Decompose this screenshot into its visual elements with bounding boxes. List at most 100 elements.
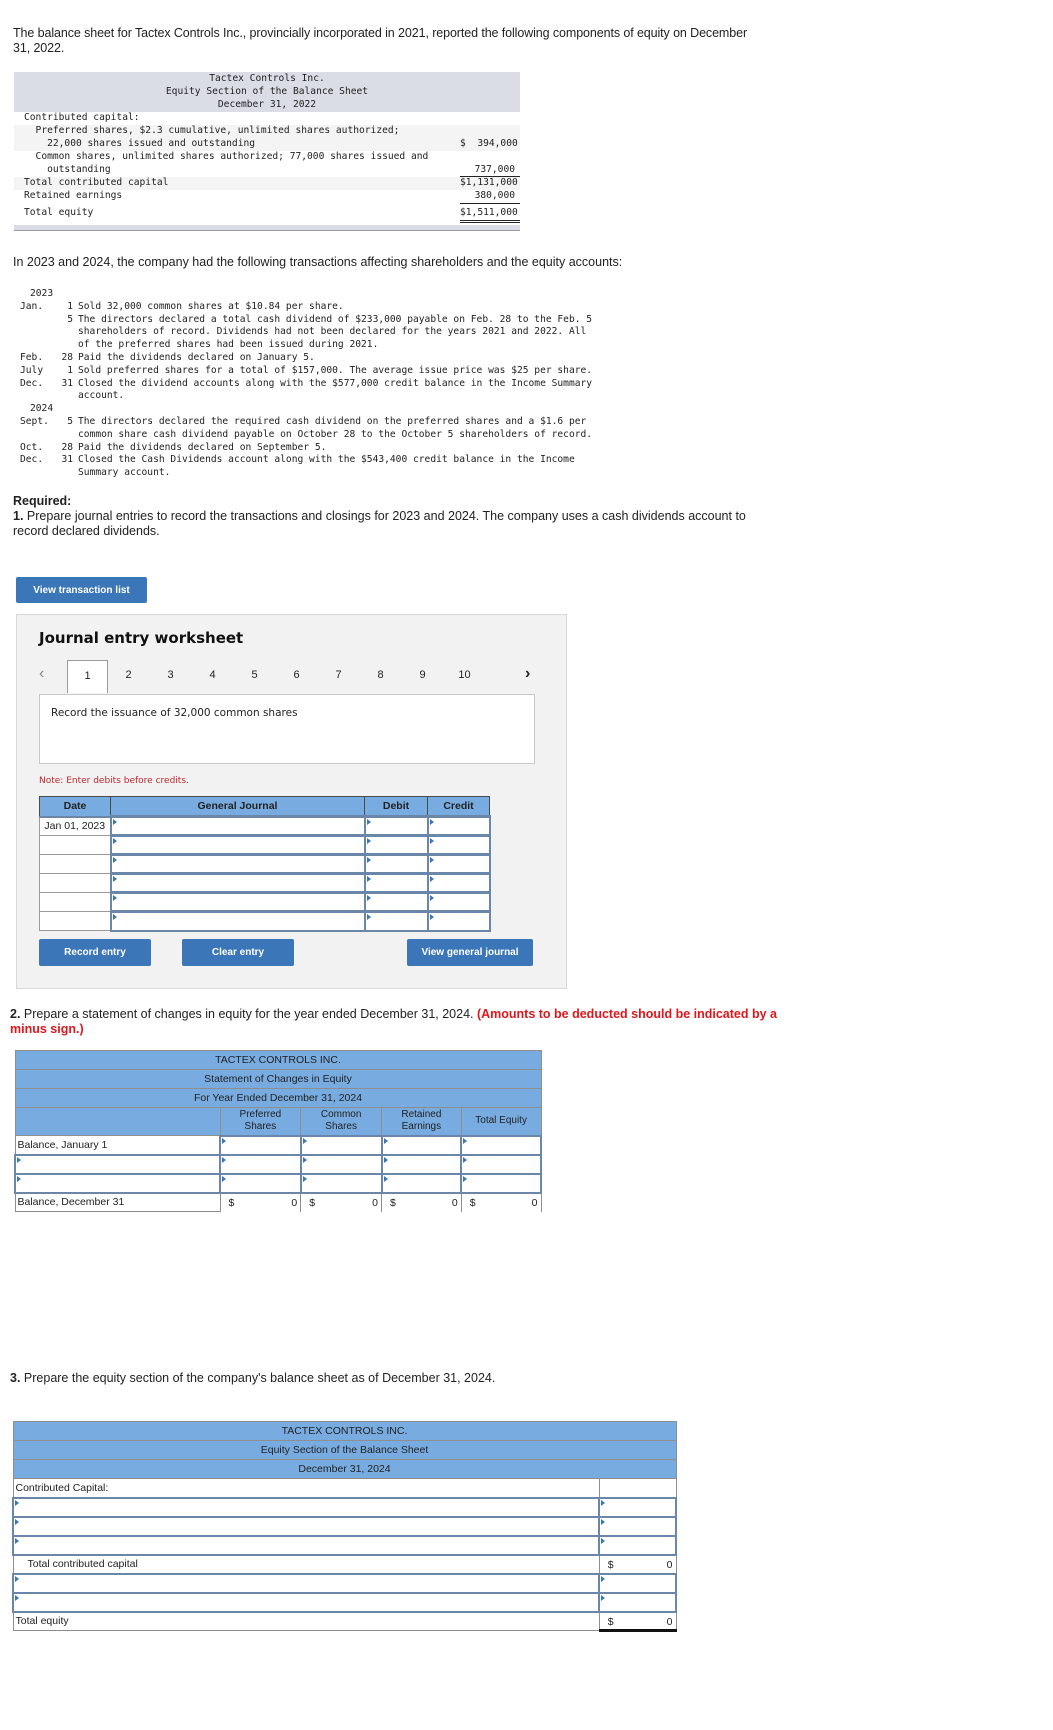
line-item-input[interactable]	[11, 1515, 601, 1537]
soce-company: TACTEX CONTROLS INC.	[14, 1050, 542, 1070]
soce-period: For Year Ended December 31, 2024	[14, 1088, 542, 1108]
debit-input[interactable]	[363, 815, 429, 837]
description-input[interactable]	[13, 1153, 222, 1175]
table-divider	[14, 224, 520, 231]
tab-8[interactable]: 8	[360, 660, 401, 690]
preferred-input[interactable]	[219, 1134, 302, 1156]
equity-section-2024-table: TACTEX CONTROLS INC. Equity Section of t…	[11, 1421, 677, 1632]
closing-preferred: $0	[219, 1191, 302, 1212]
soce-row	[13, 1153, 542, 1175]
preferred-input[interactable]	[219, 1172, 302, 1194]
tab-2[interactable]: 2	[108, 660, 149, 690]
date-cell	[39, 911, 111, 931]
transaction-item: 5 The directors declared a total cash div…	[67, 313, 593, 351]
view-transaction-list-button[interactable]: View transaction list	[16, 577, 147, 603]
amount-input[interactable]	[598, 1496, 677, 1518]
col-common-shares: Common Shares	[300, 1107, 383, 1136]
statement-date: December 31, 2022	[217, 98, 317, 110]
col-retained-earnings: Retained Earnings	[381, 1107, 462, 1136]
clear-entry-button[interactable]: Clear entry	[182, 939, 294, 966]
bs24-company: TACTEX CONTROLS INC.	[12, 1421, 677, 1441]
blank-cell	[598, 1478, 677, 1498]
debit-input[interactable]	[363, 872, 429, 894]
part2-text: Prepare a statement of changes in equity…	[20, 1007, 477, 1021]
credit-input[interactable]	[426, 853, 491, 875]
debit-input[interactable]	[363, 910, 429, 932]
next-arrow-icon[interactable]: ›	[525, 660, 530, 688]
equity-row: Total contributed capital $1,131,000	[14, 177, 520, 191]
description-input[interactable]	[13, 1172, 222, 1194]
line-item-input[interactable]	[11, 1496, 601, 1518]
credit-input[interactable]	[426, 910, 491, 932]
tab-4[interactable]: 4	[192, 660, 233, 690]
amount-input[interactable]	[598, 1591, 677, 1613]
bs24-title: Equity Section of the Balance Sheet	[12, 1440, 677, 1460]
tab-1[interactable]: 1	[67, 660, 108, 693]
entry-tabs: ‹ 1 2 3 4 5 6 7 8 9 10 ›	[37, 660, 537, 693]
common-input[interactable]	[299, 1153, 383, 1175]
amount-input[interactable]	[598, 1534, 677, 1556]
retained-input[interactable]	[380, 1134, 463, 1156]
line-item-input[interactable]	[11, 1591, 601, 1613]
company-name: Tactex Controls Inc.	[209, 73, 325, 84]
total-input[interactable]	[460, 1134, 542, 1156]
transaction-item: Feb. 28 Paid the dividends declared on Jan…	[20, 351, 315, 363]
preferred-input[interactable]	[219, 1153, 302, 1175]
record-entry-button[interactable]: Record entry	[39, 939, 151, 966]
col-credit: Credit	[427, 796, 490, 818]
tab-10[interactable]: 10	[444, 660, 485, 690]
amount-input[interactable]	[598, 1572, 677, 1594]
line-item-input[interactable]	[11, 1572, 601, 1594]
credit-input[interactable]	[426, 815, 491, 837]
amount-input[interactable]	[598, 1515, 677, 1537]
equity-section-2022: Tactex Controls Inc. Equity Section of t…	[14, 72, 520, 231]
account-input[interactable]	[109, 853, 366, 875]
entry-note: Note: Enter debits before credits.	[39, 776, 189, 786]
credit-input[interactable]	[426, 891, 491, 913]
debit-input[interactable]	[363, 834, 429, 856]
tab-6[interactable]: 6	[276, 660, 317, 690]
tab-7[interactable]: 7	[318, 660, 359, 690]
soce-title: Statement of Changes in Equity	[14, 1069, 542, 1089]
common-input[interactable]	[299, 1172, 383, 1194]
date-cell	[39, 873, 111, 893]
intro-text: The balance sheet for Tactex Controls In…	[13, 26, 748, 55]
account-input[interactable]	[109, 872, 366, 894]
total-equity-label: Total equity	[12, 1611, 600, 1631]
tab-3[interactable]: 3	[150, 660, 191, 690]
retained-input[interactable]	[380, 1153, 463, 1175]
debit-input[interactable]	[363, 853, 429, 875]
total-contributed-value: $0	[598, 1554, 677, 1574]
account-input[interactable]	[109, 891, 366, 913]
total-input[interactable]	[460, 1172, 542, 1194]
soce-row-closing: Balance, December 31 $0 $0 $0 $0	[14, 1191, 542, 1212]
opening-balance-label: Balance, January 1	[14, 1135, 221, 1155]
equity-row: Retained earnings 380,000	[14, 190, 520, 204]
total-input[interactable]	[460, 1153, 542, 1175]
account-input[interactable]	[109, 815, 366, 837]
debit-input[interactable]	[363, 891, 429, 913]
journal-row	[39, 834, 491, 856]
tab-9[interactable]: 9	[402, 660, 443, 690]
part1-number: 1.	[13, 509, 24, 523]
part2-instructions: 2. Prepare a statement of changes in equ…	[10, 1007, 800, 1037]
year-label: 2023	[30, 288, 54, 299]
retained-input[interactable]	[380, 1172, 463, 1194]
line-item-input[interactable]	[11, 1534, 601, 1556]
view-general-journal-button[interactable]: View general journal	[407, 939, 533, 966]
credit-input[interactable]	[426, 872, 491, 894]
col-date: Date	[39, 796, 111, 818]
bs24-row	[11, 1534, 677, 1556]
account-input[interactable]	[109, 834, 366, 856]
tab-5[interactable]: 5	[234, 660, 275, 690]
closing-balance-label: Balance, December 31	[14, 1191, 221, 1212]
prev-arrow-icon[interactable]: ‹	[39, 660, 44, 688]
part3-text: Prepare the equity section of the compan…	[20, 1371, 496, 1385]
col-general-journal: General Journal	[110, 796, 365, 818]
credit-input[interactable]	[426, 834, 491, 856]
closing-common: $0	[300, 1191, 383, 1212]
statement-of-changes-table: TACTEX CONTROLS INC. Statement of Change…	[13, 1050, 542, 1212]
journal-row	[39, 910, 491, 932]
account-input[interactable]	[109, 910, 366, 932]
common-input[interactable]	[299, 1134, 383, 1156]
